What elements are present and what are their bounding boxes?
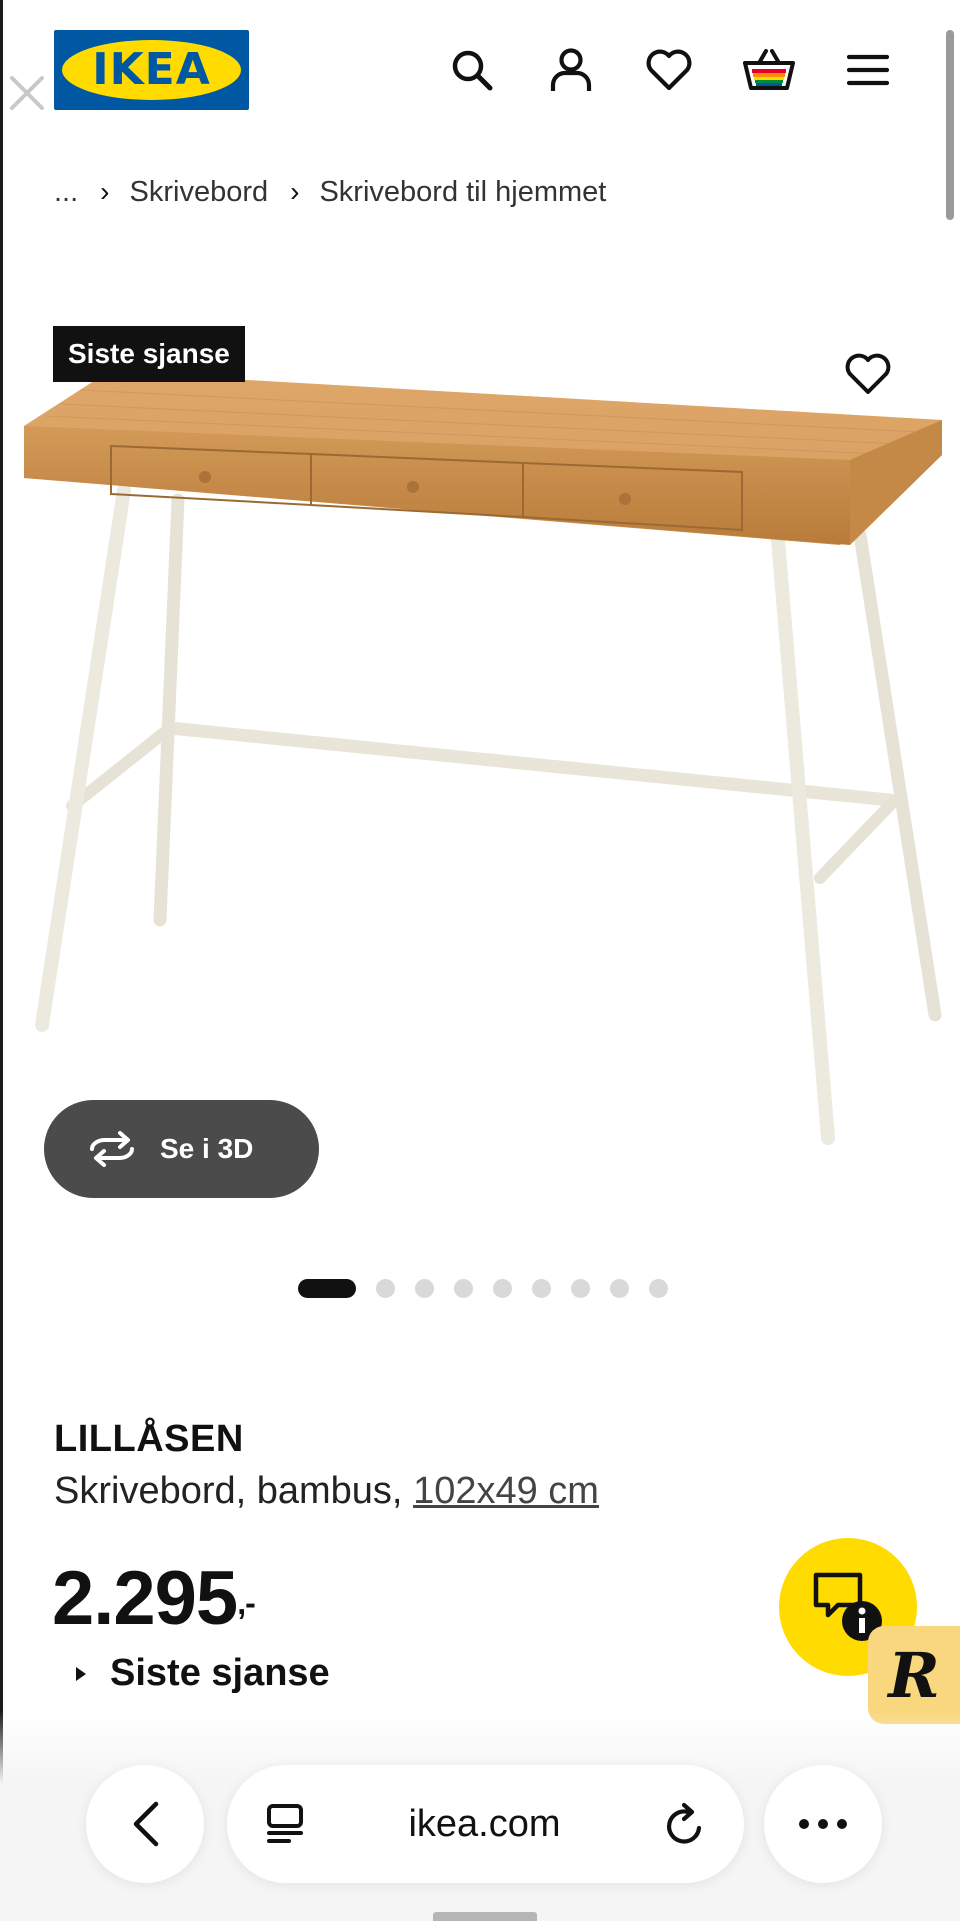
heart-icon xyxy=(646,49,692,91)
ikea-logo[interactable]: IKEA xyxy=(54,30,249,110)
last-chance-label: Siste sjanse xyxy=(110,1652,330,1694)
carousel-dot[interactable] xyxy=(493,1278,512,1298)
basket-icon xyxy=(743,49,795,90)
more-dots-icon xyxy=(799,1819,847,1829)
chevron-left-icon xyxy=(133,1801,159,1847)
price-value: 2.295 xyxy=(52,1556,238,1641)
back-button[interactable] xyxy=(86,1765,204,1883)
view-in-3d-label: Se i 3D xyxy=(160,1133,254,1164)
last-chance-badge: Siste sjanse xyxy=(53,326,245,382)
price-suffix: ,- xyxy=(237,1585,256,1621)
carousel-dot[interactable] xyxy=(532,1278,551,1298)
caret-right-icon xyxy=(76,1666,86,1681)
image-carousel-indicator[interactable] xyxy=(298,1278,668,1298)
search-icon xyxy=(452,50,493,91)
carousel-dot-active[interactable] xyxy=(298,1278,356,1298)
carousel-dot[interactable] xyxy=(415,1278,434,1298)
carousel-dot[interactable] xyxy=(571,1278,590,1298)
more-options-button[interactable] xyxy=(764,1765,882,1883)
carousel-dot[interactable] xyxy=(376,1278,395,1298)
carousel-dot[interactable] xyxy=(610,1278,629,1298)
breadcrumb: ... › Skrivebord › Skrivebord til hjemme… xyxy=(54,172,606,212)
window-edge xyxy=(0,0,3,1921)
scrollbar[interactable] xyxy=(946,30,954,220)
favourites-button[interactable] xyxy=(641,42,697,98)
logo-text: IKEA xyxy=(92,44,211,95)
product-price: 2.295 ,- xyxy=(52,1555,256,1642)
chevron-right-icon: › xyxy=(290,176,300,207)
product-image[interactable] xyxy=(20,360,950,1160)
product-description: Skrivebord, bambus, 102x49 cm xyxy=(54,1470,599,1513)
basket-button[interactable] xyxy=(741,42,797,98)
menu-icon xyxy=(847,54,889,86)
chevron-right-icon: › xyxy=(100,176,110,207)
user-icon xyxy=(550,48,592,91)
product-dimensions-link[interactable]: 102x49 cm xyxy=(413,1470,599,1512)
tabs-icon xyxy=(267,1804,303,1843)
view-in-3d-button[interactable]: Se i 3D xyxy=(44,1100,319,1198)
home-indicator[interactable] xyxy=(433,1912,537,1921)
account-button[interactable] xyxy=(543,42,599,98)
last-chance-toggle[interactable]: Siste sjanse xyxy=(74,1652,330,1695)
breadcrumb-item-skrivebord[interactable]: Skrivebord xyxy=(130,176,269,209)
close-icon[interactable] xyxy=(6,72,48,114)
menu-button[interactable] xyxy=(840,42,896,98)
rotate-3d-icon xyxy=(90,1131,134,1167)
product-name: LILLÅSEN xyxy=(54,1418,244,1460)
search-button[interactable] xyxy=(444,42,500,98)
carousel-dot[interactable] xyxy=(649,1278,668,1298)
url-text[interactable]: ikea.com xyxy=(408,1803,560,1846)
reload-icon[interactable] xyxy=(664,1802,706,1846)
add-to-favourites-heart-icon[interactable] xyxy=(843,350,893,398)
address-bar[interactable]: ikea.com xyxy=(227,1765,744,1883)
product-type: Skrivebord, bambus, xyxy=(54,1470,403,1512)
breadcrumb-ellipsis[interactable]: ... xyxy=(54,176,78,209)
carousel-dot[interactable] xyxy=(454,1278,473,1298)
breadcrumb-item-skrivebord-til-hjemmet[interactable]: Skrivebord til hjemmet xyxy=(319,176,606,209)
